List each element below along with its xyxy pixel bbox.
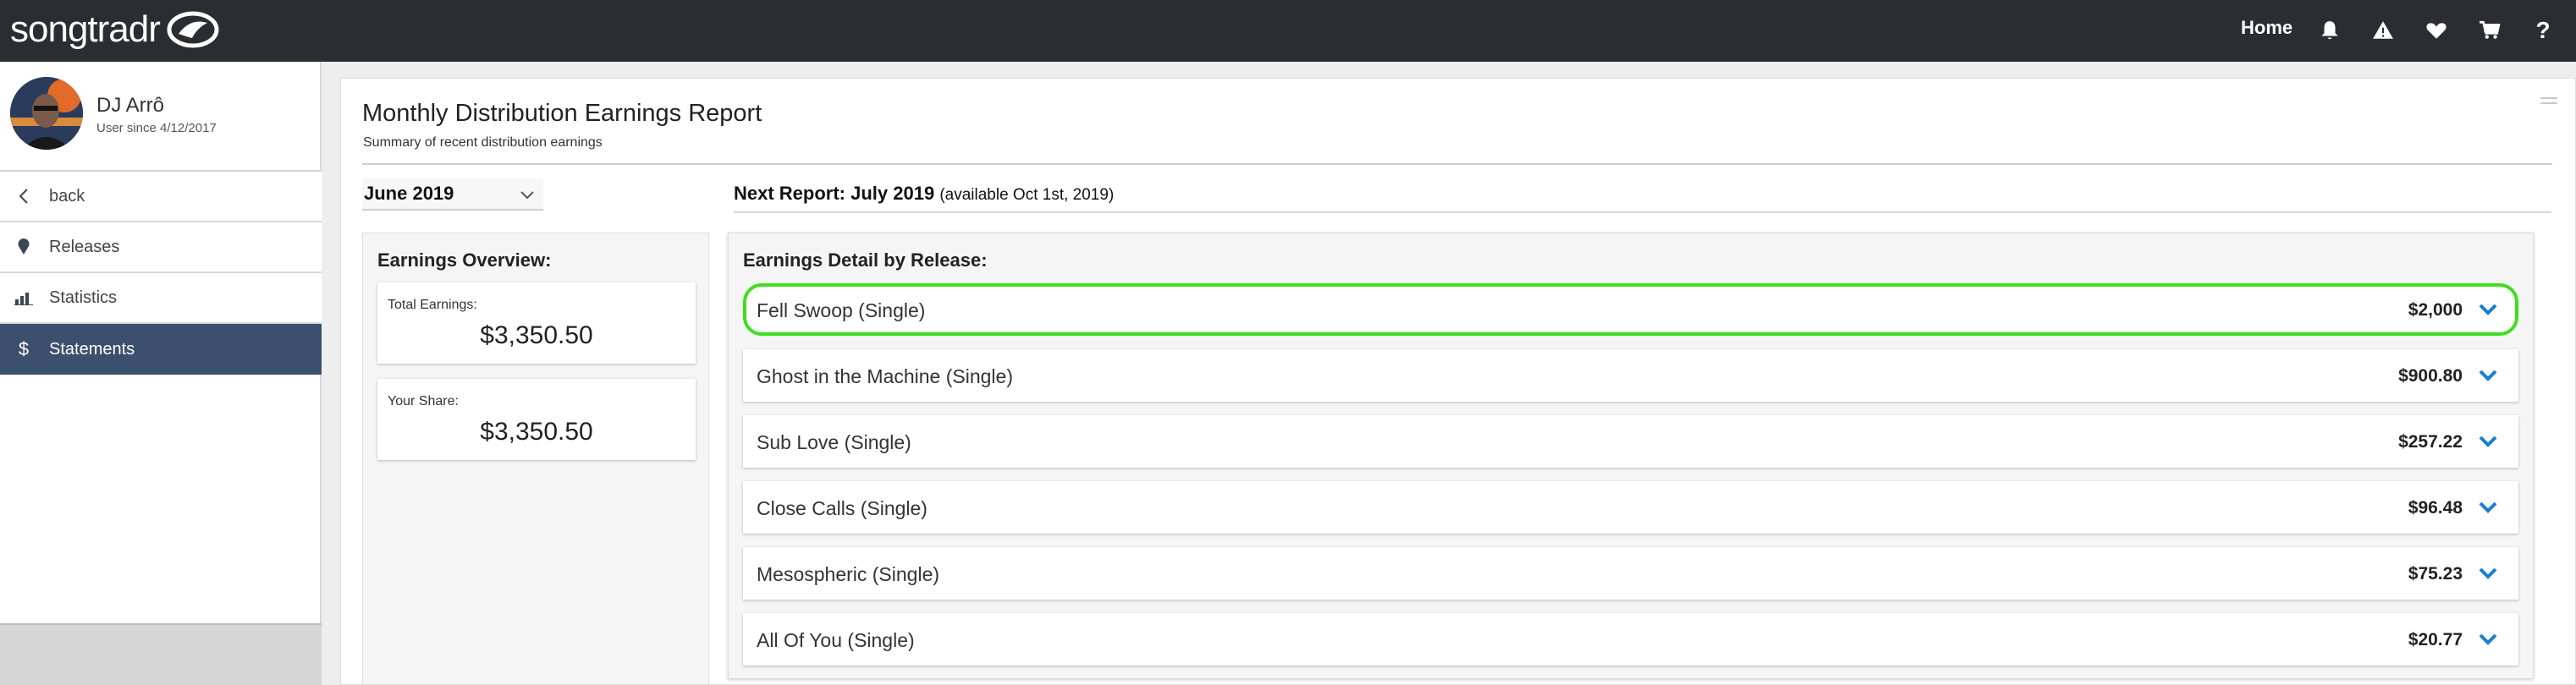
top-nav-bar: songtradr Home ? bbox=[0, 0, 2576, 62]
release-amount: $2,000 bbox=[2408, 300, 2463, 320]
release-amount: $96.48 bbox=[2408, 498, 2463, 518]
chevron-down-icon[interactable] bbox=[2478, 302, 2498, 317]
release-name: Close Calls (Single) bbox=[757, 497, 927, 519]
chevron-down-icon[interactable] bbox=[2478, 434, 2498, 449]
earnings-detail-title: Earnings Detail by Release: bbox=[743, 249, 988, 271]
release-row-close-calls[interactable]: Close Calls (Single) $96.48 bbox=[743, 481, 2518, 534]
songtradr-logo[interactable]: songtradr bbox=[10, 7, 219, 52]
your-share-value: $3,350.50 bbox=[480, 418, 593, 446]
total-earnings-value: $3,350.50 bbox=[480, 321, 593, 349]
sidebar: DJ Arrô User since 4/12/2017 back Releas… bbox=[0, 62, 322, 623]
release-amount: $20.77 bbox=[2408, 630, 2463, 649]
release-amount: $900.80 bbox=[2398, 366, 2463, 386]
next-report-label: Next Report: July 2019 bbox=[734, 183, 935, 204]
earnings-overview-title: Earnings Overview: bbox=[377, 249, 552, 271]
next-report: Next Report: July 2019 (available Oct 1s… bbox=[734, 183, 1114, 205]
sidebar-item-label: Statements bbox=[49, 339, 135, 359]
total-earnings-card: Total Earnings: $3,350.50 bbox=[377, 282, 696, 364]
sidebar-footer bbox=[0, 623, 322, 685]
chevron-down-icon bbox=[520, 191, 534, 200]
release-row-sub-love[interactable]: Sub Love (Single) $257.22 bbox=[743, 415, 2518, 468]
release-row-fell-swoop[interactable]: Fell Swoop (Single) $2,000 bbox=[743, 283, 2518, 336]
nav-home-link[interactable]: Home bbox=[2241, 17, 2293, 39]
logo-mark-icon bbox=[167, 11, 219, 48]
next-report-divider bbox=[734, 211, 2551, 213]
total-earnings-label: Total Earnings: bbox=[388, 298, 477, 312]
bell-icon[interactable] bbox=[2311, 12, 2348, 49]
sidebar-item-label: Releases bbox=[49, 237, 120, 256]
sidebar-item-statements[interactable]: $ Statements bbox=[0, 324, 322, 375]
bar-chart-icon bbox=[14, 288, 34, 308]
title-divider bbox=[362, 163, 2552, 165]
user-since: User since 4/12/2017 bbox=[96, 121, 217, 135]
release-name: Mesospheric (Single) bbox=[757, 563, 940, 585]
next-report-note: (available Oct 1st, 2019) bbox=[939, 186, 1115, 204]
help-icon[interactable]: ? bbox=[2524, 12, 2562, 49]
avatar[interactable] bbox=[10, 77, 83, 150]
sidebar-item-back[interactable]: back bbox=[0, 172, 322, 222]
logo-text: songtradr bbox=[10, 8, 161, 50]
chevron-down-icon[interactable] bbox=[2478, 368, 2498, 383]
your-share-label: Your Share: bbox=[388, 394, 459, 408]
warning-icon[interactable] bbox=[2364, 12, 2402, 49]
sidebar-item-releases[interactable]: Releases bbox=[0, 222, 322, 273]
chevron-down-icon[interactable] bbox=[2478, 632, 2498, 647]
release-amount: $75.23 bbox=[2408, 564, 2463, 584]
chevron-down-icon[interactable] bbox=[2478, 500, 2498, 515]
sidebar-item-label: back bbox=[49, 186, 85, 206]
user-profile: DJ Arrô User since 4/12/2017 bbox=[0, 62, 322, 172]
your-share-card: Your Share: $3,350.50 bbox=[377, 379, 696, 460]
help-glyph: ? bbox=[2535, 17, 2551, 43]
release-name: Ghost in the Machine (Single) bbox=[757, 365, 1013, 387]
release-row-all-of-you[interactable]: All Of You (Single) $20.77 bbox=[743, 613, 2518, 666]
month-select[interactable]: June 2019 bbox=[362, 178, 543, 211]
chevron-left-icon bbox=[14, 186, 34, 206]
page-title: Monthly Distribution Earnings Report bbox=[362, 100, 762, 127]
release-name: All Of You (Single) bbox=[757, 629, 915, 651]
chevron-down-icon[interactable] bbox=[2478, 566, 2498, 581]
avatar-image-icon bbox=[10, 77, 83, 150]
heart-icon[interactable] bbox=[2418, 12, 2455, 49]
release-row-ghost-in-the-machine[interactable]: Ghost in the Machine (Single) $900.80 bbox=[743, 349, 2518, 402]
collapse-icon[interactable] bbox=[2539, 95, 2559, 108]
sidebar-item-statistics[interactable]: Statistics bbox=[0, 273, 322, 324]
release-name: Fell Swoop (Single) bbox=[757, 299, 926, 321]
cart-icon[interactable] bbox=[2471, 12, 2508, 49]
page-subtitle: Summary of recent distribution earnings bbox=[363, 135, 603, 150]
sidebar-item-label: Statistics bbox=[49, 288, 118, 307]
pin-icon bbox=[14, 237, 34, 257]
release-name: Sub Love (Single) bbox=[757, 431, 911, 453]
release-amount: $257.22 bbox=[2398, 432, 2463, 452]
user-name: DJ Arrô bbox=[96, 94, 165, 117]
selected-month: June 2019 bbox=[364, 183, 454, 204]
release-row-mesospheric[interactable]: Mesospheric (Single) $75.23 bbox=[743, 547, 2518, 600]
dollar-icon: $ bbox=[18, 338, 30, 359]
